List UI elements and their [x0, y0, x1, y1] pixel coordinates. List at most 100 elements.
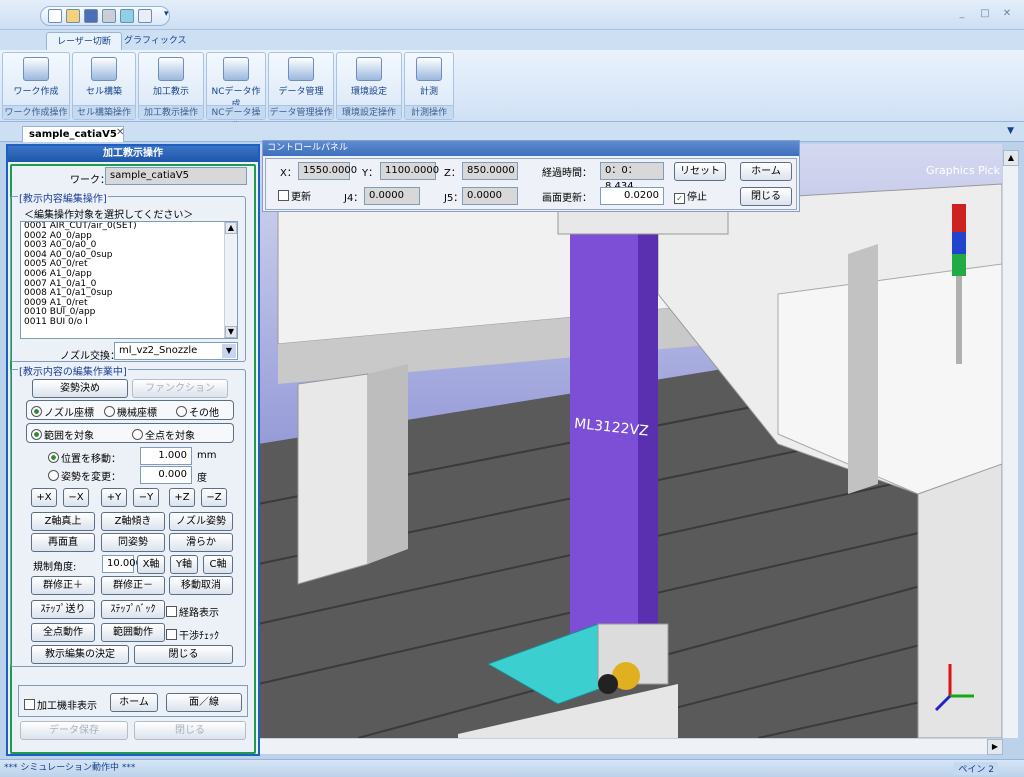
cube-icon[interactable]	[120, 9, 134, 23]
hide-machine-checkbox[interactable]: 加工機非表示	[24, 697, 97, 712]
status-text: *** シミュレーション動作中 ***	[4, 763, 136, 773]
close-panel-button: 閉じる	[134, 721, 246, 740]
scroll-right-icon[interactable]: ▶	[987, 739, 1003, 755]
close-window-icon[interactable]: ✕	[1000, 8, 1014, 20]
update-checkbox[interactable]: 更新	[278, 188, 311, 203]
step-back-button[interactable]: ｽﾃｯﾌﾟﾊﾞｯｸ	[101, 600, 165, 619]
quick-access-toolbar: ▾ _ □ ✕	[0, 0, 1024, 30]
teach-step-list[interactable]: 0001 AIR_CUT/air_0(SET) 0002 A0_0/app 00…	[20, 221, 238, 339]
list-scroll-up-icon[interactable]: ▲	[225, 222, 237, 234]
radio-other[interactable]: その他	[176, 404, 219, 419]
y-axis-button[interactable]: Y軸	[170, 555, 198, 574]
stop-checkbox[interactable]: 停止	[674, 188, 707, 204]
plus-z-button[interactable]: +Z	[169, 488, 195, 507]
surface-line-button[interactable]: 面／線	[166, 693, 242, 712]
tab-laser-cutting[interactable]: レーザー切断	[46, 32, 122, 50]
all-points-button[interactable]: 全点動作	[31, 623, 95, 642]
nozzle-label: ノズル交換：	[60, 351, 120, 362]
chevron-down-icon[interactable]: ▼	[222, 344, 236, 358]
pane-indicator: ペイン 2	[954, 762, 998, 775]
radio-nozzle-coord[interactable]: ノズル座標	[31, 404, 94, 419]
function-button: ファンクション	[132, 379, 228, 398]
radio-change-posture[interactable]: 姿勢を変更：	[48, 468, 121, 483]
group-nc-data: NCデータ作成 NCデータ操作	[206, 52, 266, 132]
posture-amount-input[interactable]: 0.000	[140, 466, 192, 484]
tab-list-dropdown-icon[interactable]: ▼	[1007, 126, 1014, 136]
edit-prompt: ＜編集操作対象を選択してください＞	[24, 210, 194, 221]
horizontal-scrollbar[interactable]: ▶	[258, 738, 1003, 755]
plus-y-button[interactable]: +Y	[101, 488, 127, 507]
group-measure: 計測 計測操作	[404, 52, 454, 120]
document-tab-bar	[0, 122, 1024, 142]
measure-button[interactable]: 計測	[409, 55, 449, 101]
refresh-label: 画面更新：	[542, 193, 592, 204]
grid-icon[interactable]	[138, 9, 152, 23]
nozzle-posture-button[interactable]: ノズル姿勢	[169, 512, 233, 531]
database-icon	[288, 57, 314, 81]
nc-data-button[interactable]: NCデータ作成	[209, 55, 263, 110]
plus-x-button[interactable]: +X	[31, 488, 57, 507]
radio-all-target[interactable]: 全点を対象	[132, 427, 195, 442]
graphics-viewport[interactable]	[257, 144, 1003, 739]
cell-build-button[interactable]: セル構築	[77, 55, 131, 101]
group-minus-button[interactable]: 群修正－	[101, 576, 165, 595]
data-manage-label: データ管理	[278, 87, 324, 97]
close-button-cp[interactable]: 閉じる	[740, 187, 792, 206]
move-cancel-button[interactable]: 移動取消	[169, 576, 233, 595]
control-panel-body: X： 1550.0000 Y： 1100.0000 Z： 850.0000 経過…	[265, 158, 797, 210]
minus-x-button[interactable]: −X	[63, 488, 89, 507]
measure-label: 計測	[419, 87, 438, 97]
interference-checkbox[interactable]: 干渉ﾁｪｯｸ	[166, 627, 219, 642]
refresh-input[interactable]: 0.0200	[600, 187, 664, 205]
z-value: 850.0000	[462, 162, 518, 180]
list-scrollbar[interactable]: ▲ ▼	[224, 222, 237, 338]
minus-y-button[interactable]: −Y	[133, 488, 159, 507]
settings-label: 環境設定	[350, 87, 387, 97]
work-create-button[interactable]: ワーク作成	[7, 55, 65, 101]
nozzle-select[interactable]: ml_vz2_Snozzle	[114, 342, 238, 360]
open-folder-icon[interactable]	[66, 9, 80, 23]
radio-move-position[interactable]: 位置を移動：	[48, 450, 121, 465]
home-button-panel[interactable]: ホーム	[110, 693, 158, 712]
smooth-button[interactable]: 滑らか	[169, 533, 233, 552]
decide-button[interactable]: 教示編集の決定	[31, 645, 129, 664]
radio-machine-coord[interactable]: 機械座標	[104, 404, 157, 419]
teach-button[interactable]: 加工教示	[143, 55, 199, 101]
maximize-icon[interactable]: □	[978, 8, 992, 20]
home-button-cp[interactable]: ホーム	[740, 162, 792, 181]
new-file-icon[interactable]	[48, 9, 62, 23]
minus-z-button[interactable]: −Z	[201, 488, 227, 507]
settings-document-icon	[356, 57, 382, 81]
customize-dropdown-icon[interactable]: ▾	[164, 9, 169, 19]
document-tab[interactable]: sample_catiaV5	[22, 126, 124, 142]
tab-graphics[interactable]: グラフィックス	[114, 32, 197, 50]
scroll-up-icon[interactable]: ▲	[1003, 150, 1019, 166]
panel-title: 加工教示操作	[8, 146, 258, 162]
z-up-button[interactable]: Z軸真上	[31, 512, 95, 531]
settings-button[interactable]: 環境設定	[341, 55, 397, 101]
x-axis-button[interactable]: X軸	[137, 555, 165, 574]
c-axis-button[interactable]: C軸	[203, 555, 233, 574]
same-posture-button[interactable]: 同姿勢	[101, 533, 165, 552]
save-icon[interactable]	[84, 9, 98, 23]
posture-button[interactable]: 姿勢決め	[32, 379, 128, 398]
minimize-icon[interactable]: _	[955, 8, 969, 20]
close-tab-icon[interactable]: ✕	[116, 127, 124, 138]
radio-range-target[interactable]: 範囲を対象	[31, 427, 94, 442]
print-icon[interactable]	[102, 9, 116, 23]
close-edit-button[interactable]: 閉じる	[134, 645, 233, 664]
data-manage-button[interactable]: データ管理	[273, 55, 329, 101]
restrict-angle-input[interactable]: 10.000	[102, 555, 142, 573]
step-forward-button[interactable]: ｽﾃｯﾌﾟ送り	[31, 600, 95, 619]
resurface-button[interactable]: 再面直	[31, 533, 95, 552]
z-tilt-button[interactable]: Z軸傾き	[101, 512, 165, 531]
path-display-checkbox[interactable]: 経路表示	[166, 604, 219, 619]
reset-button[interactable]: リセット	[674, 162, 726, 181]
move-amount-input[interactable]: 1.000	[140, 447, 192, 465]
mm-unit: mm	[197, 450, 217, 461]
list-item[interactable]: 0011 BUI 0/o I	[21, 317, 237, 328]
range-motion-button[interactable]: 範囲動作	[101, 623, 165, 642]
vertical-scrollbar[interactable]: ▲	[1002, 150, 1019, 738]
list-scroll-down-icon[interactable]: ▼	[225, 326, 237, 338]
group-plus-button[interactable]: 群修正＋	[31, 576, 95, 595]
